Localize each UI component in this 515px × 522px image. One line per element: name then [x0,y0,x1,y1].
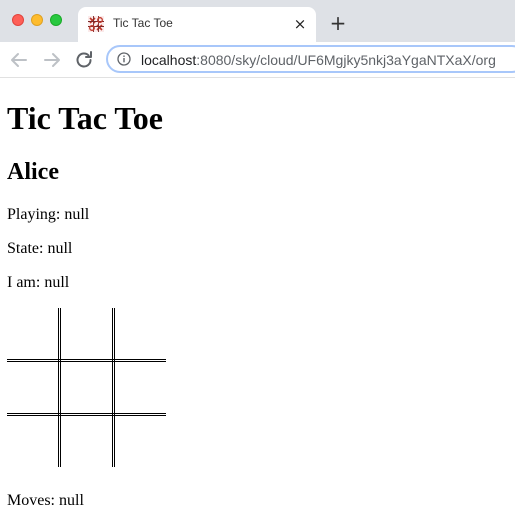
board-cell[interactable] [7,359,61,416]
new-tab-icon[interactable]: + [327,12,349,34]
board-row [7,359,166,416]
arrow-right-icon[interactable] [40,48,64,72]
close-window-button[interactable] [12,14,24,26]
address-bar[interactable]: localhost:8080/sky/cloud/UF6Mgjky5nkj3aY… [106,45,515,73]
board-row [7,413,166,467]
board-cell[interactable] [112,359,166,416]
url-host: localhost [141,52,197,68]
board-row [7,308,166,362]
board-cell[interactable] [112,308,166,362]
board-cell[interactable] [58,359,115,416]
moves-status: Moves: null [7,492,84,509]
tic-tac-toe-favicon-icon [88,16,104,32]
maximize-window-button[interactable] [50,14,62,26]
url-path: :8080/sky/cloud/UF6Mgjky5nkj3aYgaNTXaX/o… [196,52,496,68]
arrow-left-icon[interactable] [7,48,31,72]
board-cell[interactable] [7,413,61,467]
board-cell[interactable] [112,413,166,467]
player-name: Alice [7,159,59,185]
reload-icon[interactable] [72,48,96,72]
browser-toolbar: localhost:8080/sky/cloud/UF6Mgjky5nkj3aY… [0,42,515,78]
playing-status: Playing: null [7,206,90,223]
game-board [7,308,166,467]
info-icon[interactable] [117,52,131,66]
board-cell[interactable] [7,308,61,362]
i-am-status: I am: null [7,274,70,291]
url-text[interactable]: localhost:8080/sky/cloud/UF6Mgjky5nkj3aY… [141,51,496,69]
page-title: Tic Tac Toe [7,100,163,136]
board-cell[interactable] [58,413,115,467]
minimize-window-button[interactable] [31,14,43,26]
browser-tab-active[interactable]: Tic Tac Toe × [78,7,316,42]
browser-tabstrip: Tic Tac Toe × + [0,0,515,42]
tab-title: Tic Tac Toe [113,16,173,30]
tab-close-icon[interactable]: × [291,15,309,33]
state-status: State: null [7,240,73,257]
board-cell[interactable] [58,308,115,362]
